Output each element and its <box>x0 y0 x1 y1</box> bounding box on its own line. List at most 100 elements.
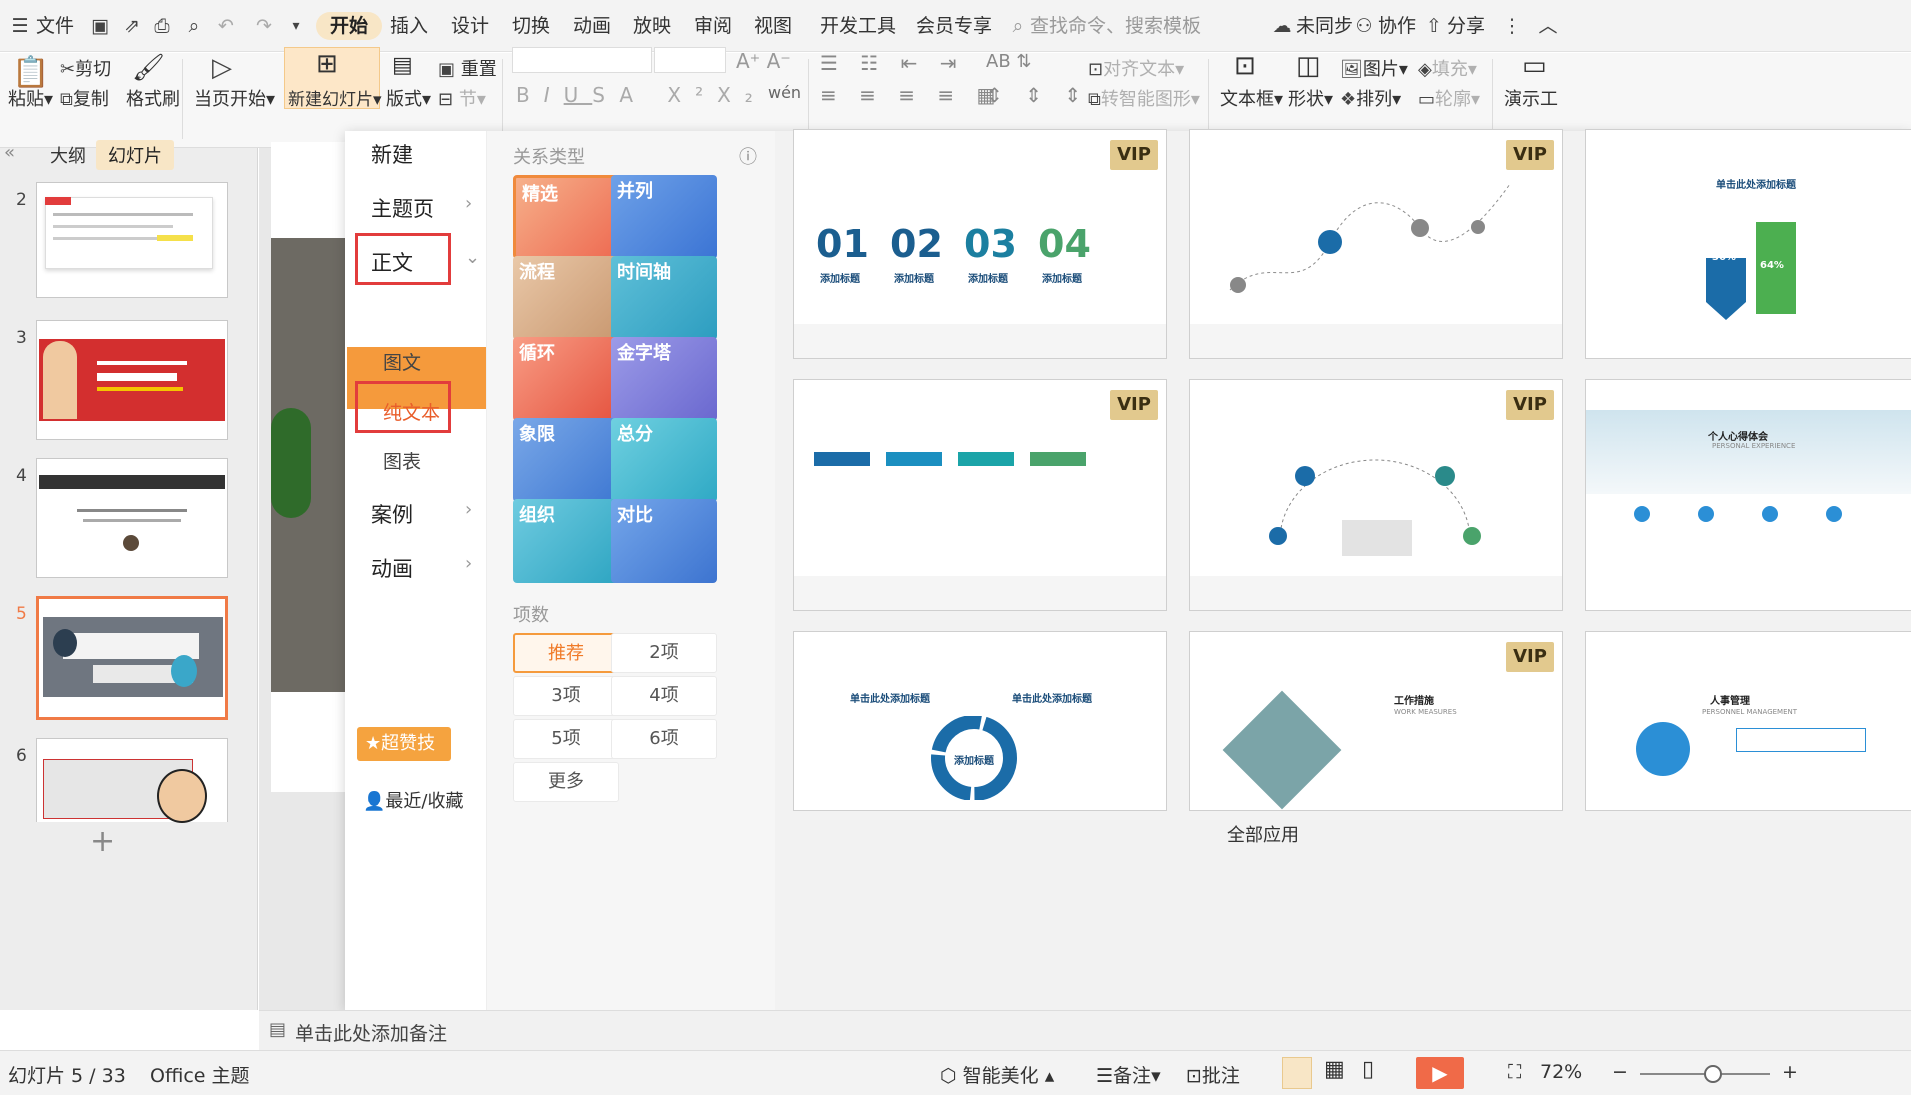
beautify-button[interactable]: ⬡ 智能美化 ▴ <box>940 1061 1054 1088</box>
from-current-button[interactable]: 当页开始▾ <box>194 85 275 111</box>
tile-cycle[interactable]: 循环 <box>513 337 619 421</box>
tile-compare[interactable]: 对比 <box>611 499 717 583</box>
paste-button[interactable]: 粘贴▾ <box>8 85 53 111</box>
template-card[interactable]: VIP 工作措施 WORK MEASURES <box>1189 631 1563 811</box>
play-slideshow-button[interactable]: ▶ <box>1416 1057 1464 1089</box>
count-3[interactable]: 3项 <box>513 676 619 716</box>
font-style-icons[interactable]: BIUSA X²X₂ <box>516 83 767 107</box>
comment-button[interactable]: ⊡批注 <box>1186 1061 1240 1088</box>
theme-name[interactable]: Office 主题 <box>150 1061 250 1088</box>
count-6[interactable]: 6项 <box>611 719 717 759</box>
present-tools-button[interactable]: 演示工 <box>1504 85 1558 111</box>
slide-thumbnail[interactable] <box>36 320 228 440</box>
tile-featured[interactable]: 精选 <box>513 175 619 259</box>
zoom-slider-thumb[interactable] <box>1704 1065 1722 1083</box>
fit-window-icon[interactable]: ⛶ <box>1508 1061 1521 1083</box>
arrange-button[interactable]: ❖排列▾ <box>1340 85 1401 111</box>
tab-member[interactable]: 会员专享 <box>916 12 992 40</box>
nav-pic-text[interactable]: 图文 <box>383 348 421 375</box>
count-more[interactable]: 更多 <box>513 762 619 802</box>
nav-case[interactable]: 案例 › <box>371 499 472 529</box>
save-icon[interactable]: ▣ <box>88 14 112 38</box>
cut-button[interactable]: ✂剪切 <box>60 55 111 81</box>
tile-parallel[interactable]: 并列 <box>611 175 717 259</box>
slide-thumbnail[interactable] <box>36 458 228 578</box>
zoom-in-icon[interactable]: + <box>1782 1061 1798 1083</box>
picture-button[interactable]: 🖼图片▾ <box>1340 55 1408 81</box>
tab-insert[interactable]: 插入 <box>390 12 428 40</box>
preview-icon[interactable]: ⌕ <box>182 14 206 38</box>
tab-view[interactable]: 视图 <box>754 12 792 40</box>
count-5[interactable]: 5项 <box>513 719 619 759</box>
template-card[interactable]: 人事管理 PERSONNEL MANAGEMENT <box>1585 631 1911 811</box>
template-card[interactable]: VIP 01 02 03 04 添加标题 添加标题 添加标题 添加标题 <box>793 129 1167 359</box>
tile-process[interactable]: 流程 <box>513 256 619 340</box>
normal-view-icon[interactable] <box>1282 1057 1312 1089</box>
nav-animation[interactable]: 动画 › <box>371 553 472 583</box>
help-icon[interactable]: ⓘ <box>739 143 757 169</box>
zoom-level[interactable]: 72% <box>1540 1061 1582 1083</box>
template-card[interactable]: VIP <box>1189 379 1563 611</box>
count-recommended[interactable]: 推荐 <box>513 633 619 673</box>
tab-review[interactable]: 审阅 <box>694 12 732 40</box>
template-card[interactable]: 个人心得体会 PERSONAL EXPERIENCE <box>1585 379 1911 611</box>
layout-button[interactable]: 版式▾ <box>386 85 431 111</box>
nav-theme-page[interactable]: 主题页 › <box>371 193 472 223</box>
export-icon[interactable]: ⇗ <box>120 14 144 38</box>
notes-toggle[interactable]: ☰备注▾ <box>1096 1061 1161 1088</box>
font-size-select[interactable] <box>654 47 726 73</box>
tips-button[interactable]: ★超赞技巧 <box>357 727 451 788</box>
share-button[interactable]: 分享 <box>1447 12 1485 40</box>
tab-transition[interactable]: 切换 <box>512 12 550 40</box>
recent-button[interactable]: 👤最近/收藏 <box>363 787 464 813</box>
count-2[interactable]: 2项 <box>611 633 717 673</box>
collab-button[interactable]: 协作 <box>1378 12 1416 40</box>
sync-status[interactable]: 未同步 <box>1296 12 1353 40</box>
tile-organization[interactable]: 组织 <box>513 499 619 583</box>
collapse-ribbon-icon[interactable]: ︿ <box>1536 14 1560 38</box>
format-painter-button[interactable]: 格式刷 <box>126 85 180 111</box>
zoom-out-icon[interactable]: − <box>1612 1061 1628 1083</box>
tile-total-sub[interactable]: 总分 <box>611 418 717 502</box>
text-direction-icon[interactable]: AB ⇅ <box>986 51 1031 72</box>
slide-thumbnail[interactable] <box>36 182 228 298</box>
copy-button[interactable]: ⧉复制 <box>60 85 109 111</box>
print-icon[interactable]: ⎙ <box>150 14 174 38</box>
template-card[interactable]: VIP <box>793 379 1167 611</box>
list-icons[interactable]: ☰ ☷ ⇤ ⇥ <box>820 51 964 75</box>
shape-button[interactable]: 形状▾ <box>1288 85 1333 111</box>
grid-view-icon[interactable]: ▦ <box>1324 1057 1345 1082</box>
more-icon[interactable]: ⋮ <box>1500 14 1524 38</box>
tab-animation[interactable]: 动画 <box>573 12 611 40</box>
undo-icon[interactable]: ↶ <box>214 14 238 38</box>
spacing-icons[interactable]: ⇕ ⇕ ⇕ <box>986 83 1089 107</box>
customize-icon[interactable]: ▾ <box>284 14 308 38</box>
add-slide-button[interactable]: + <box>90 824 115 859</box>
tab-design[interactable]: 设计 <box>451 12 489 40</box>
redo-icon[interactable]: ↷ <box>252 14 276 38</box>
count-4[interactable]: 4项 <box>611 676 717 716</box>
tile-quadrant[interactable]: 象限 <box>513 418 619 502</box>
tile-pyramid[interactable]: 金字塔 <box>611 337 717 421</box>
reading-view-icon[interactable]: ▯ <box>1362 1057 1374 1082</box>
reset-button[interactable]: ▣ 重置 <box>438 55 497 81</box>
hamburger-icon[interactable]: ☰ <box>8 14 32 38</box>
textbox-button[interactable]: 文本框▾ <box>1220 85 1283 111</box>
tab-home[interactable]: 开始 <box>316 12 383 40</box>
font-grow-icon[interactable]: A⁺ A⁻ <box>736 49 791 73</box>
tab-slides[interactable]: 幻灯片 <box>96 140 174 170</box>
tile-timeline[interactable]: 时间轴 <box>611 256 717 340</box>
template-card[interactable]: VIP <box>1189 129 1563 359</box>
nav-new[interactable]: 新建 <box>371 139 413 169</box>
template-card[interactable]: 单击此处添加标题 36% 64% <box>1585 129 1911 359</box>
nav-relation[interactable]: 关系图 <box>383 299 440 326</box>
align-icons[interactable]: ≡ ≡ ≡ ≡ ▦ <box>820 83 1003 107</box>
new-slide-label[interactable]: 新建幻灯片▾ <box>288 85 382 110</box>
slide-thumbnail-selected[interactable] <box>36 596 228 720</box>
tab-outline[interactable]: 大纲 <box>50 142 86 168</box>
font-family-select[interactable] <box>512 47 652 73</box>
phonetic-icon[interactable]: wén <box>768 83 801 102</box>
slide-thumbnail[interactable] <box>36 738 228 823</box>
tab-slideshow[interactable]: 放映 <box>633 12 671 40</box>
fill-button[interactable]: ◈填充▾ <box>1418 55 1477 81</box>
